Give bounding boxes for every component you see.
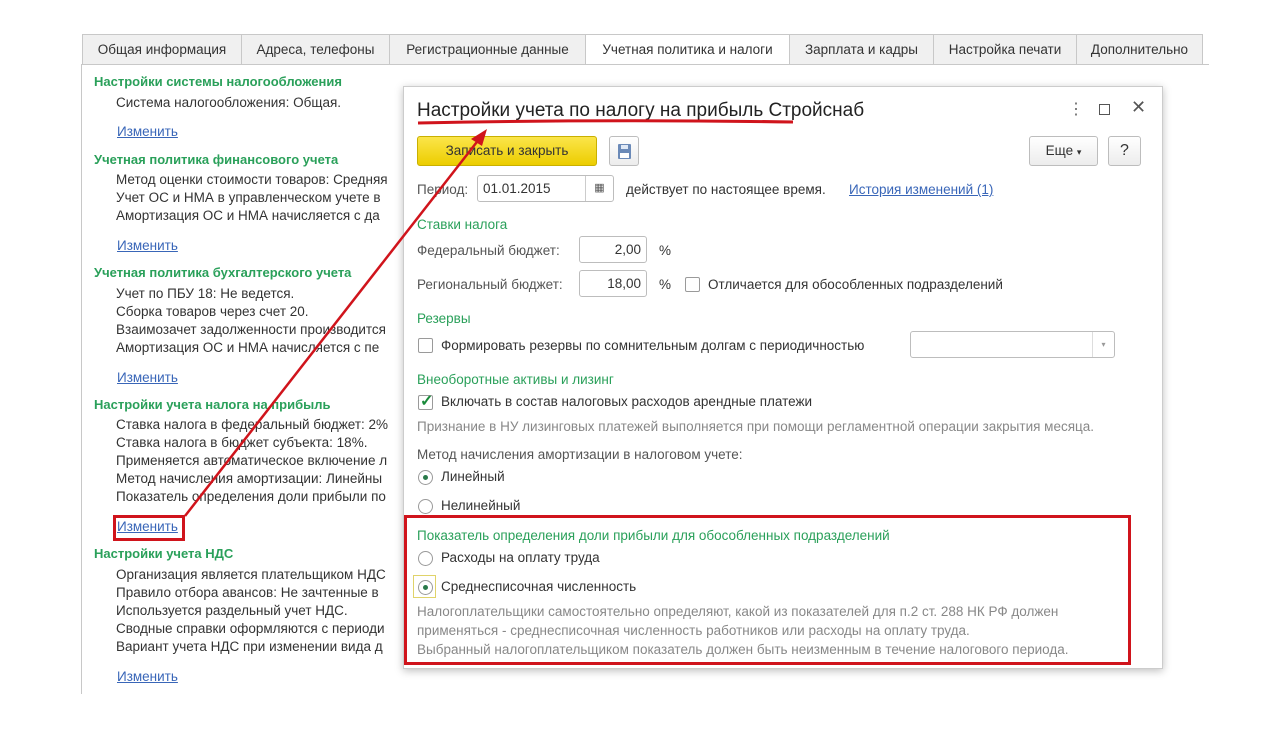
arrow-head-icon <box>471 129 487 146</box>
title-underline <box>417 119 794 125</box>
annotation-overlay <box>184 119 794 517</box>
arrow-line <box>184 137 481 517</box>
